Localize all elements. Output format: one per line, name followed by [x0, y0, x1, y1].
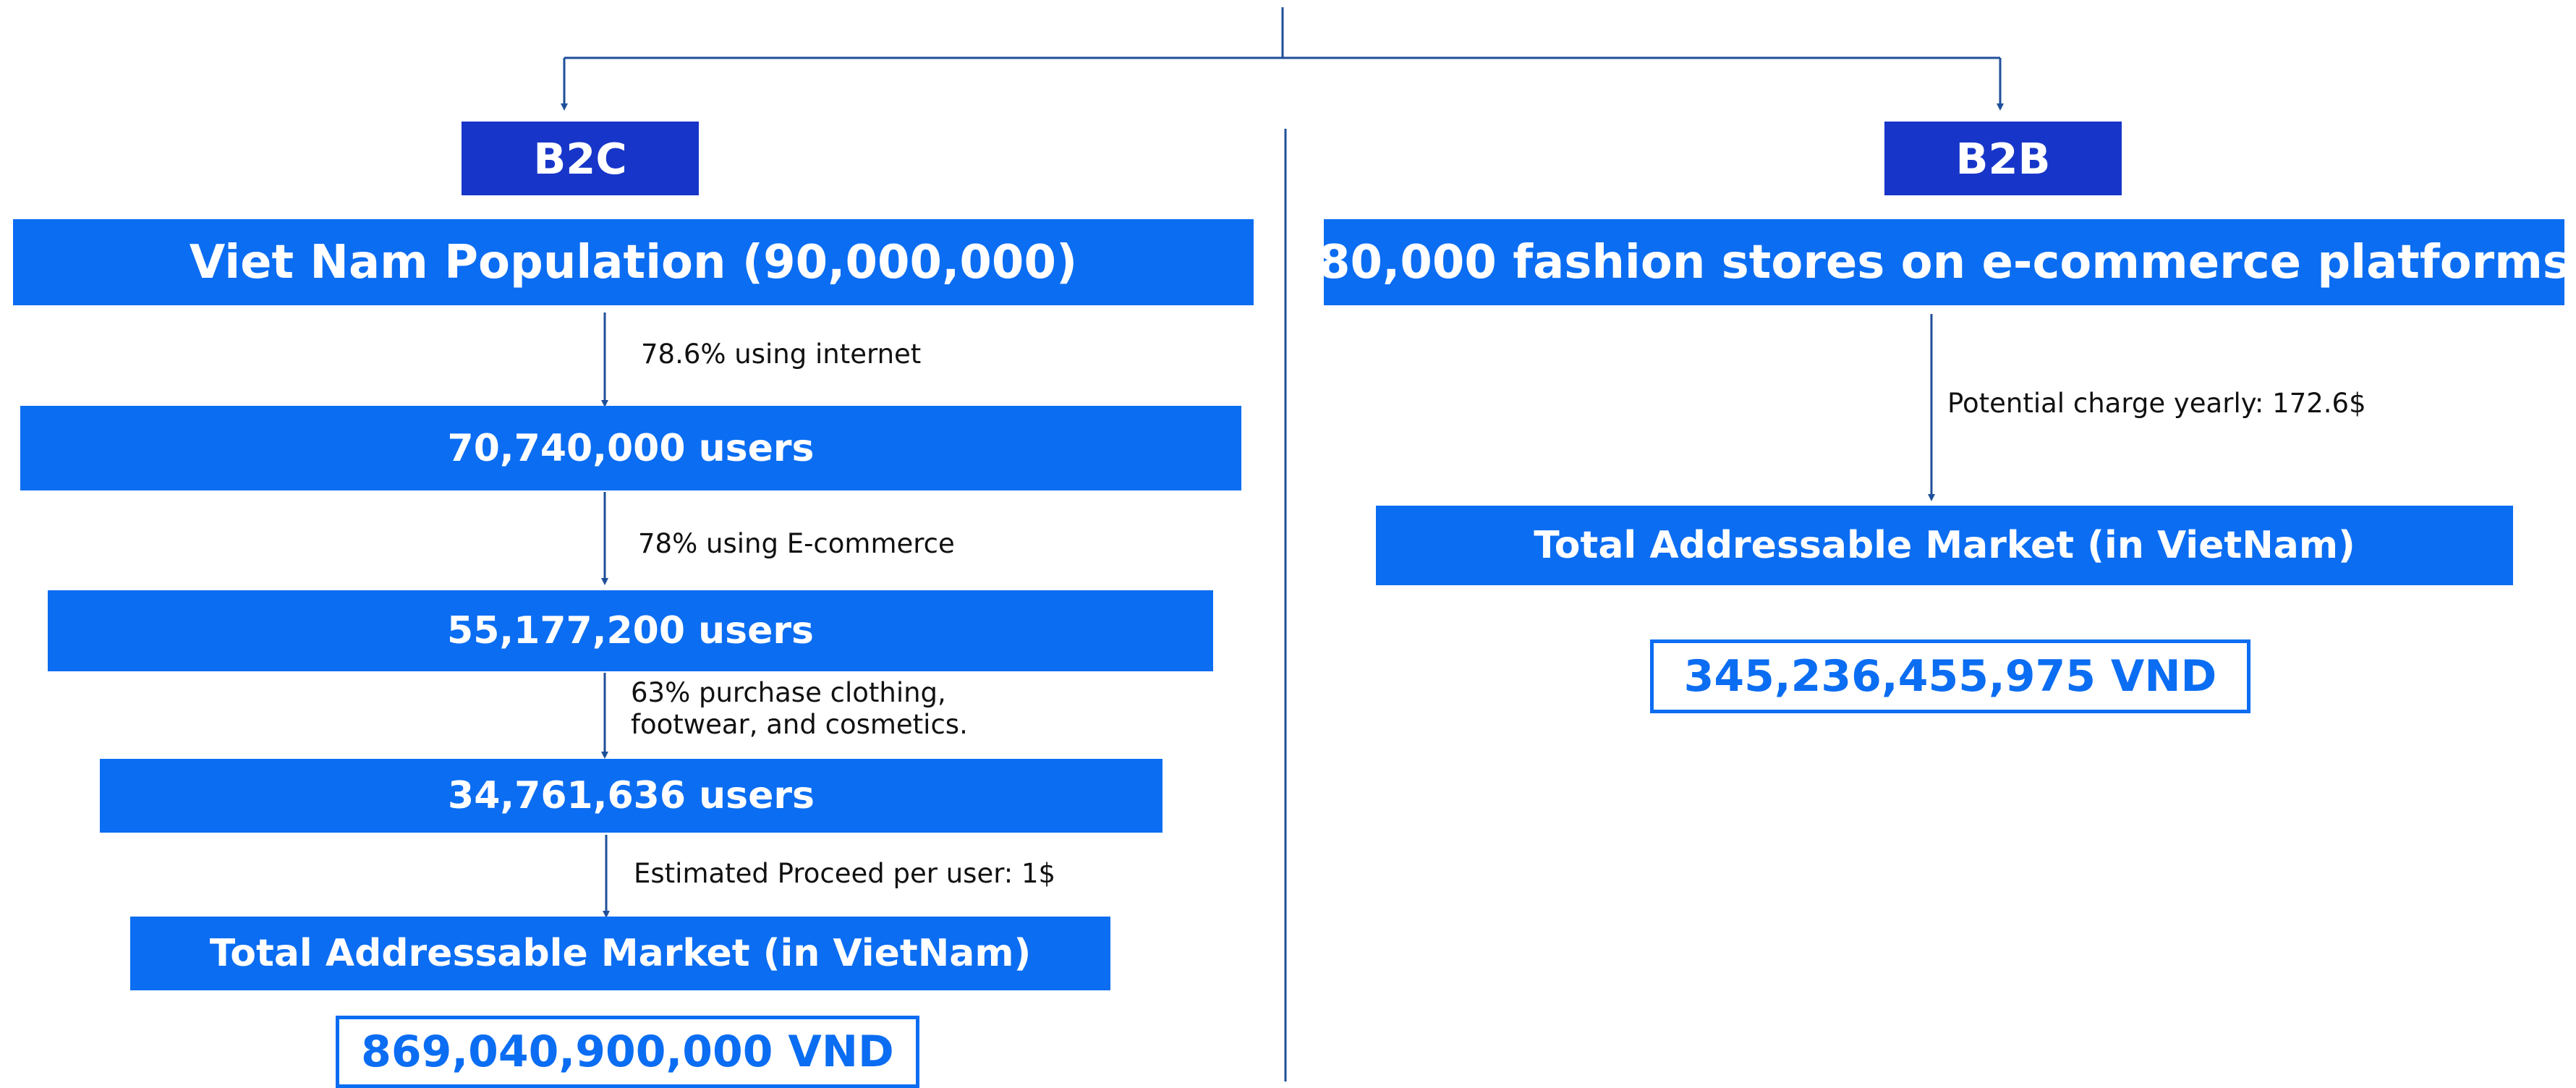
b2c-fashion-users-stage: 34,761,636 users — [100, 759, 1162, 833]
b2c-ecommerce-users-stage: 55,177,200 users — [48, 590, 1213, 671]
b2c-note-ecommerce: 78% using E-commerce — [638, 528, 955, 559]
b2b-fashion-stores-stage: 80,000 fashion stores on e-commerce plat… — [1324, 219, 2564, 305]
b2b-note-charge: Potential charge yearly: 172.6$ — [1947, 388, 2366, 419]
b2c-tam-stage: Total Addressable Market (in VietNam) — [130, 917, 1110, 990]
b2c-population-stage: Viet Nam Population (90,000,000) — [13, 219, 1254, 305]
b2b-tag: B2B — [1884, 122, 2122, 195]
b2b-tam-stage: Total Addressable Market (in VietNam) — [1376, 506, 2513, 585]
b2c-note-internet: 78.6% using internet — [641, 339, 922, 370]
b2c-tag: B2C — [462, 122, 699, 195]
b2c-tam-value: 869,040,900,000 VND — [336, 1016, 919, 1088]
b2c-note-purchase-line1: 63% purchase clothing, — [631, 677, 946, 708]
b2b-tam-value: 345,236,455,975 VND — [1650, 639, 2250, 713]
b2c-note-purchase-line2: footwear, and cosmetics. — [631, 709, 968, 740]
b2c-internet-users-stage: 70,740,000 users — [20, 406, 1241, 490]
b2c-note-proceed: Estimated Proceed per user: 1$ — [634, 858, 1056, 889]
